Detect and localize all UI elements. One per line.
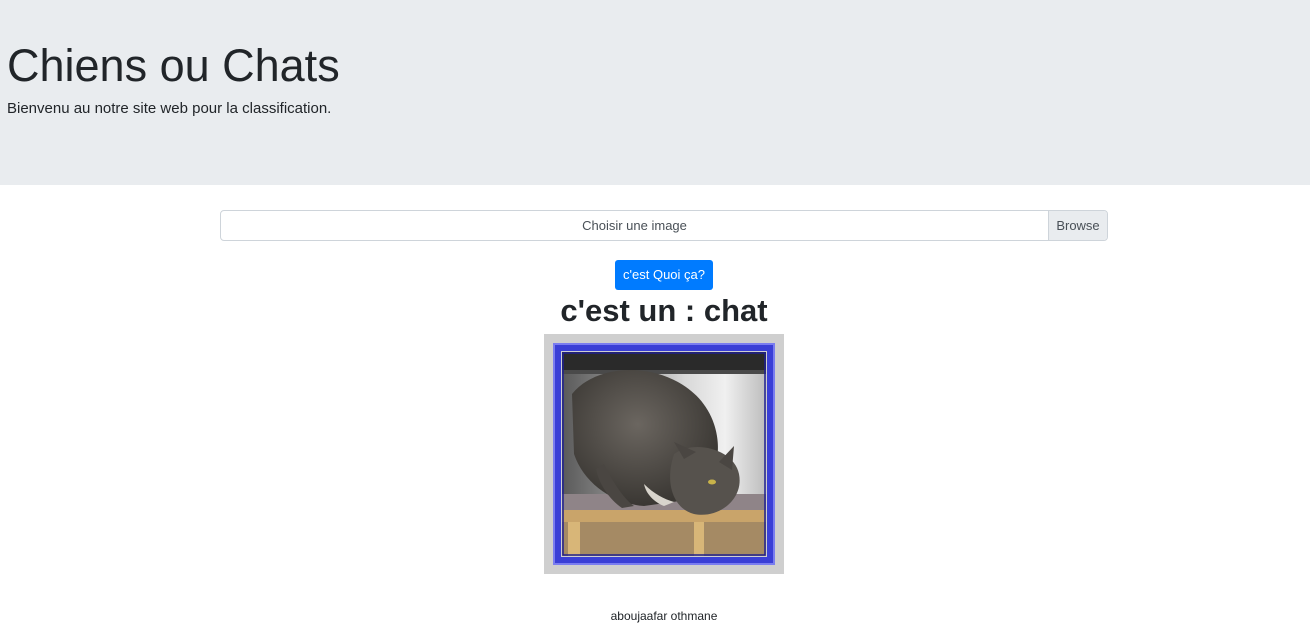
footer-author: aboujaafar othmane [610, 609, 718, 623]
classify-button[interactable]: c'est Quoi ça? [615, 260, 713, 290]
uploaded-image [544, 334, 784, 574]
page-title: Chiens ou Chats [7, 40, 340, 91]
result-heading: c'est un : chat [560, 293, 768, 328]
file-upload-label[interactable]: Choisir une image [221, 211, 1048, 240]
page-subtitle: Bienvenu au notre site web pour la class… [7, 100, 332, 117]
browse-button[interactable]: Browse [1048, 211, 1107, 240]
cat-photo [553, 343, 775, 565]
header-jumbotron: Chiens ou Chats Bienvenu au notre site w… [0, 0, 1310, 185]
file-upload-field[interactable]: Choisir une image Browse [220, 210, 1108, 241]
